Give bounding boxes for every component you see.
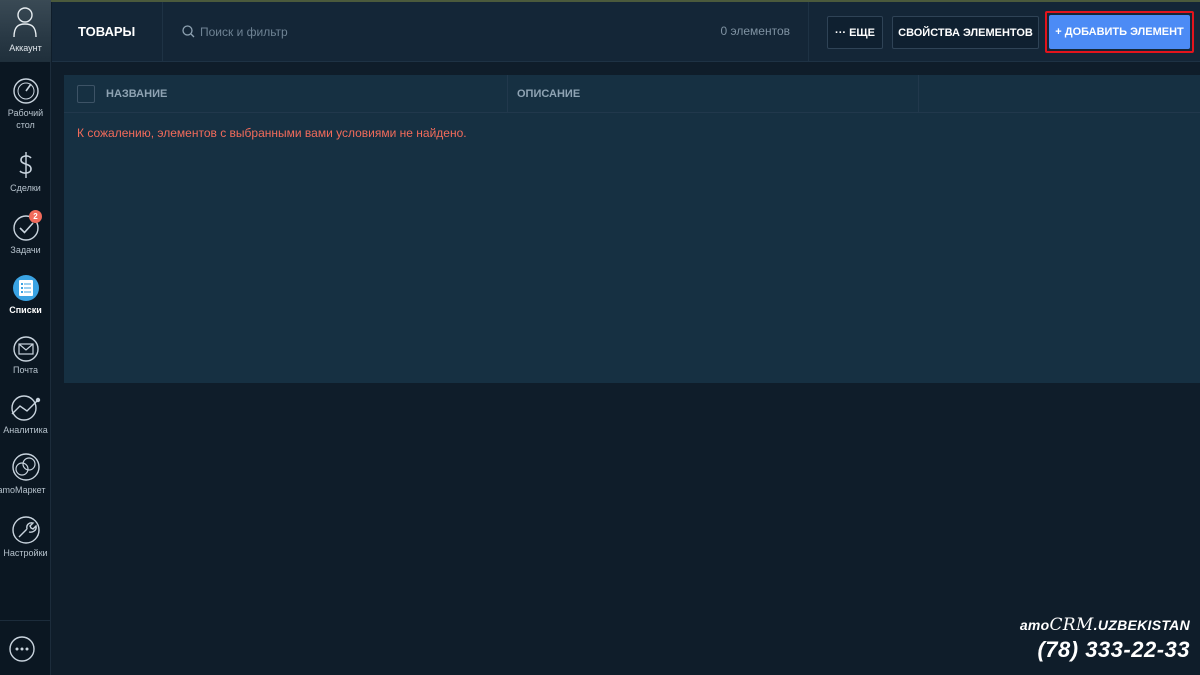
sidebar: Аккаунт Рабочий стол Сделки 2 Задачи Спи… [0,0,51,675]
column-divider [918,75,919,113]
element-count: 0 элементов [720,24,790,38]
brand-suffix: .UZBEKISTAN [1093,617,1190,633]
account-label: Аккаунт [9,43,42,53]
column-header-name[interactable]: НАЗВАНИЕ [106,75,506,113]
sidebar-item-dashboard[interactable]: Рабочий стол [0,77,51,131]
column-divider [507,75,508,113]
tasks-badge: 2 [29,210,42,223]
chat-icon [9,636,35,662]
select-all-checkbox[interactable] [77,85,95,103]
sidebar-item-label: Рабочий [7,108,44,118]
chat-button[interactable] [0,620,51,675]
account-button[interactable]: Аккаунт [0,0,51,62]
toolbar-divider [808,2,809,61]
brand-amo: amo [1019,617,1050,633]
market-icon [11,453,40,481]
wrench-icon [11,516,40,544]
highlight-frame: + ДОБАВИТЬ ЭЛЕМЕНТ [1045,11,1194,53]
element-properties-button[interactable]: СВОЙСТВА ЭЛЕМЕНТОВ [892,16,1039,49]
sidebar-item-mail[interactable]: Почта [0,336,51,376]
sidebar-item-label: Почта [13,365,38,375]
add-element-button[interactable]: + ДОБАВИТЬ ЭЛЕМЕНТ [1049,15,1190,49]
empty-state-message: К сожалению, элементов с выбранными вами… [77,126,467,140]
sidebar-item-analytics[interactable]: Аналитика [0,394,51,436]
dollar-icon [18,152,32,178]
analytics-icon [10,395,40,421]
sidebar-item-label: Списки [9,305,42,315]
brand-watermark: amoCRM.UZBEKISTAN (78) 333-22-33 [1000,615,1190,663]
sidebar-item-tasks[interactable]: 2 Задачи [0,210,51,256]
list-icon [12,275,39,301]
more-button[interactable]: ··· ЕЩЕ [827,16,883,49]
page-title: ТОВАРЫ [52,2,163,61]
sidebar-item-lists[interactable]: Списки [0,274,51,316]
user-icon [13,7,37,38]
brand-crm: CRM [1049,615,1094,635]
brand-phone: (78) 333-22-33 [1037,637,1190,662]
items-table: НАЗВАНИЕ ОПИСАНИЕ К сожалению, элементов… [64,75,1200,383]
sidebar-item-label: amoМаркет [0,485,46,495]
sidebar-item-deals[interactable]: Сделки [0,150,51,194]
search-bar[interactable] [182,23,702,41]
sidebar-item-settings[interactable]: Настройки [0,515,51,559]
search-input[interactable] [200,23,700,41]
sidebar-item-label: Аналитика [3,425,48,435]
dashboard-icon [12,78,39,104]
sidebar-item-label: стол [16,120,35,130]
column-header-description[interactable]: ОПИСАНИЕ [517,75,917,113]
top-bar: ТОВАРЫ 0 элементов ··· ЕЩЕ СВОЙСТВА ЭЛЕМ… [52,2,1200,62]
brand-name: amoCRM.UZBEKISTAN [1000,615,1190,635]
mail-icon [12,336,39,362]
sidebar-item-amomarket[interactable]: amoМаркет [0,452,51,496]
sidebar-item-label: Сделки [10,183,41,193]
sidebar-item-label: Настройки [3,548,48,558]
table-header: НАЗВАНИЕ ОПИСАНИЕ [64,75,1200,113]
sidebar-item-label: Задачи [10,245,41,255]
search-icon [182,25,195,38]
